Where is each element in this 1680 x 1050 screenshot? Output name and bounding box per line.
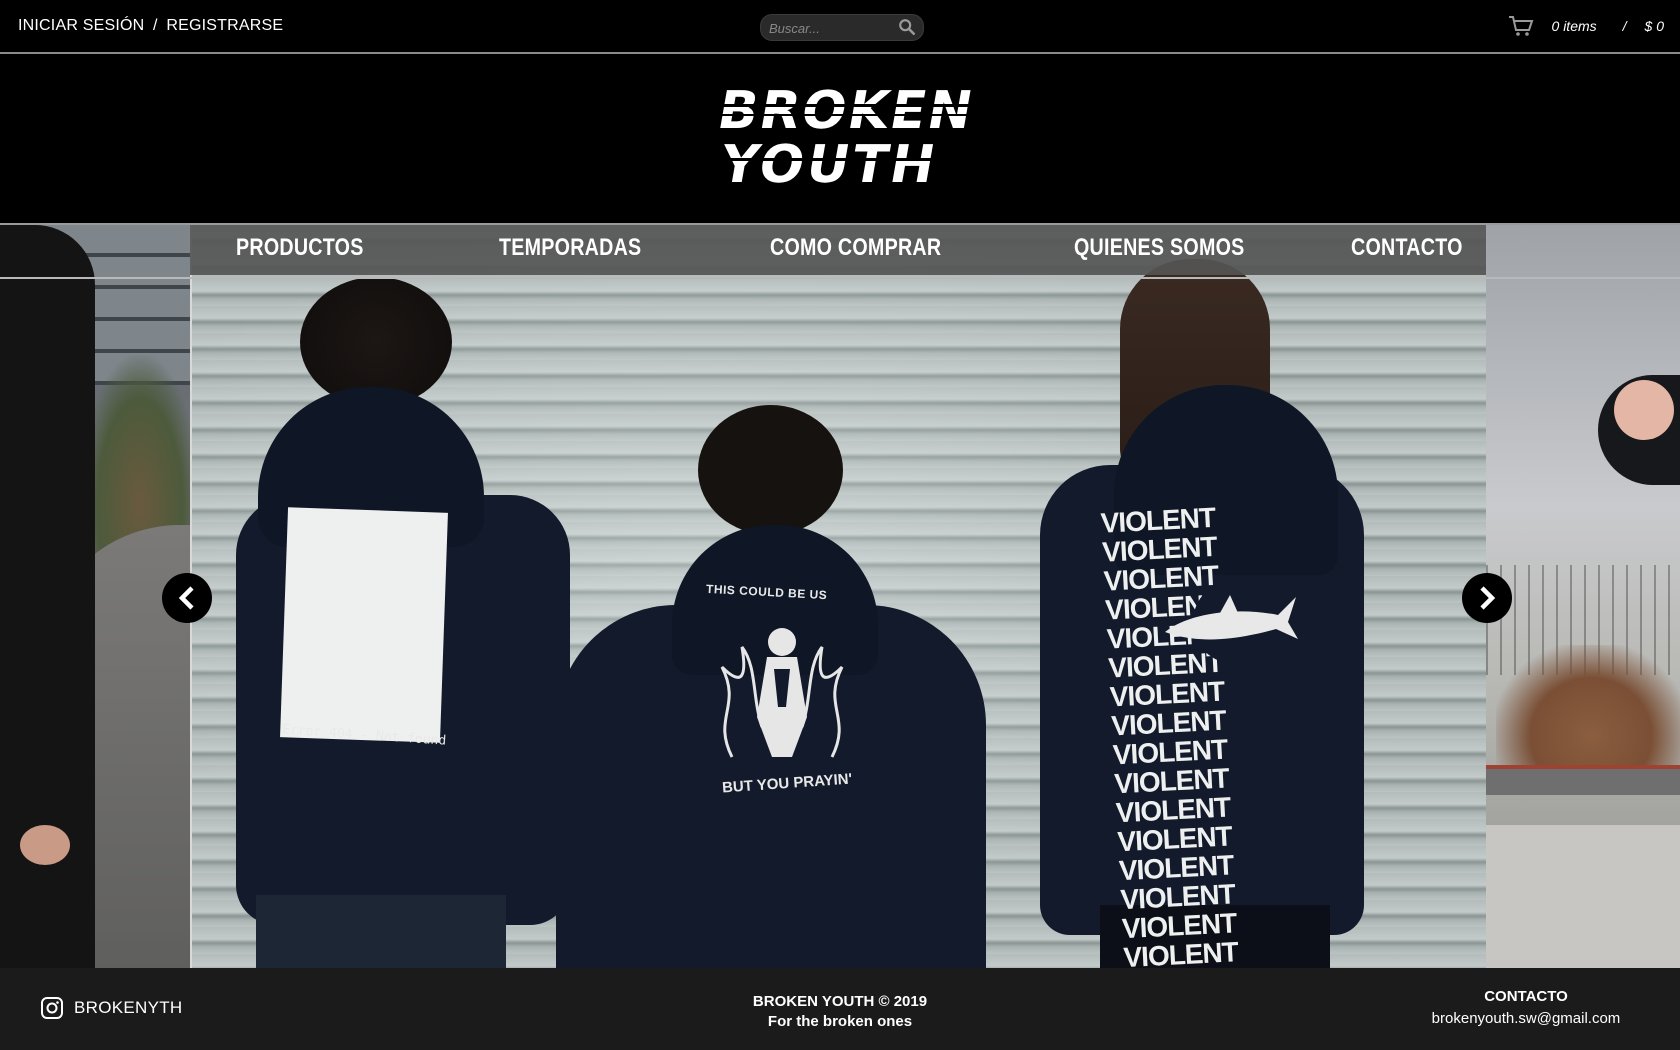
footer-tagline: For the broken ones <box>767 1013 913 1030</box>
top-bar: INICIAR SESIÓN / REGISTRARSE 0 items / $… <box>0 0 1680 54</box>
nav-item-quienes-somos[interactable]: QUIENES SOMOS <box>1074 234 1245 262</box>
cart-total: $ 0 <box>1644 18 1664 34</box>
instagram-icon <box>41 997 63 1019</box>
site-header: BROKEN YOUTH <box>0 54 1680 224</box>
cart-items-count: 0 items <box>1551 18 1597 34</box>
cart-icon[interactable] <box>1508 15 1534 37</box>
nav-item-contacto[interactable]: CONTACTO <box>1351 234 1463 262</box>
chevron-right-icon <box>1480 586 1496 610</box>
chevron-left-icon <box>178 586 194 610</box>
hero-carousel: Error 404 - Not found THIS COULD BE US B… <box>0 225 1680 968</box>
footer-copyright: BROKEN YOUTH © 2019 <box>752 993 928 1010</box>
nav-divider <box>0 277 1680 279</box>
auth-separator: / <box>153 17 158 34</box>
instagram-link[interactable]: BROKENYTH <box>40 996 183 1020</box>
search-input[interactable] <box>767 17 897 39</box>
cart-summary[interactable]: 0 items / $ 0 <box>1508 14 1664 38</box>
nav-item-temporadas[interactable]: TEMPORADAS <box>499 234 641 262</box>
footer-contact-email[interactable]: brokenyouth.sw@gmail.com <box>1406 1008 1646 1030</box>
register-link[interactable]: REGISTRARSE <box>166 17 283 34</box>
nav-item-productos[interactable]: PRODUCTOS <box>236 234 364 262</box>
search-box <box>760 14 924 41</box>
logo-line-1: BROKEN <box>713 80 976 141</box>
hoodie-print-flames-graphic <box>720 628 844 758</box>
login-link[interactable]: INICIAR SESIÓN <box>18 17 144 34</box>
main-nav: PRODUCTOS TEMPORADAS COMO COMPRAR QUIENE… <box>190 225 1486 275</box>
search-icon[interactable] <box>898 18 916 36</box>
footer-copyright-block: BROKEN YOUTH © 2019 For the broken ones <box>640 992 1040 1032</box>
next-slide-peek <box>1486 225 1680 968</box>
logo-line-2: YOUTH <box>715 134 943 190</box>
footer-contact-block: CONTACTO brokenyouth.sw@gmail.com <box>1406 986 1646 1030</box>
hoodie-print-violent-text: VIOLENT VIOLENT VIOLENT VIOLENT VIOLENT … <box>1099 501 1239 968</box>
carousel-next-button[interactable] <box>1462 573 1512 623</box>
site-footer: BROKENYTH BROKEN YOUTH © 2019 For the br… <box>0 968 1680 1050</box>
hoodie-print-blank-patch <box>280 507 448 743</box>
hoodie-print-shark-graphic <box>1165 580 1298 664</box>
auth-links: INICIAR SESIÓN / REGISTRARSE <box>18 17 283 35</box>
brand-logo[interactable]: BROKEN YOUTH <box>706 80 976 190</box>
carousel-prev-button[interactable] <box>162 573 212 623</box>
cart-separator: / <box>1622 18 1627 34</box>
nav-item-como-comprar[interactable]: COMO COMPRAR <box>770 234 941 262</box>
model-2-hair <box>698 405 843 535</box>
instagram-handle: BROKENYTH <box>74 998 183 1017</box>
footer-contact-title: CONTACTO <box>1484 988 1568 1005</box>
